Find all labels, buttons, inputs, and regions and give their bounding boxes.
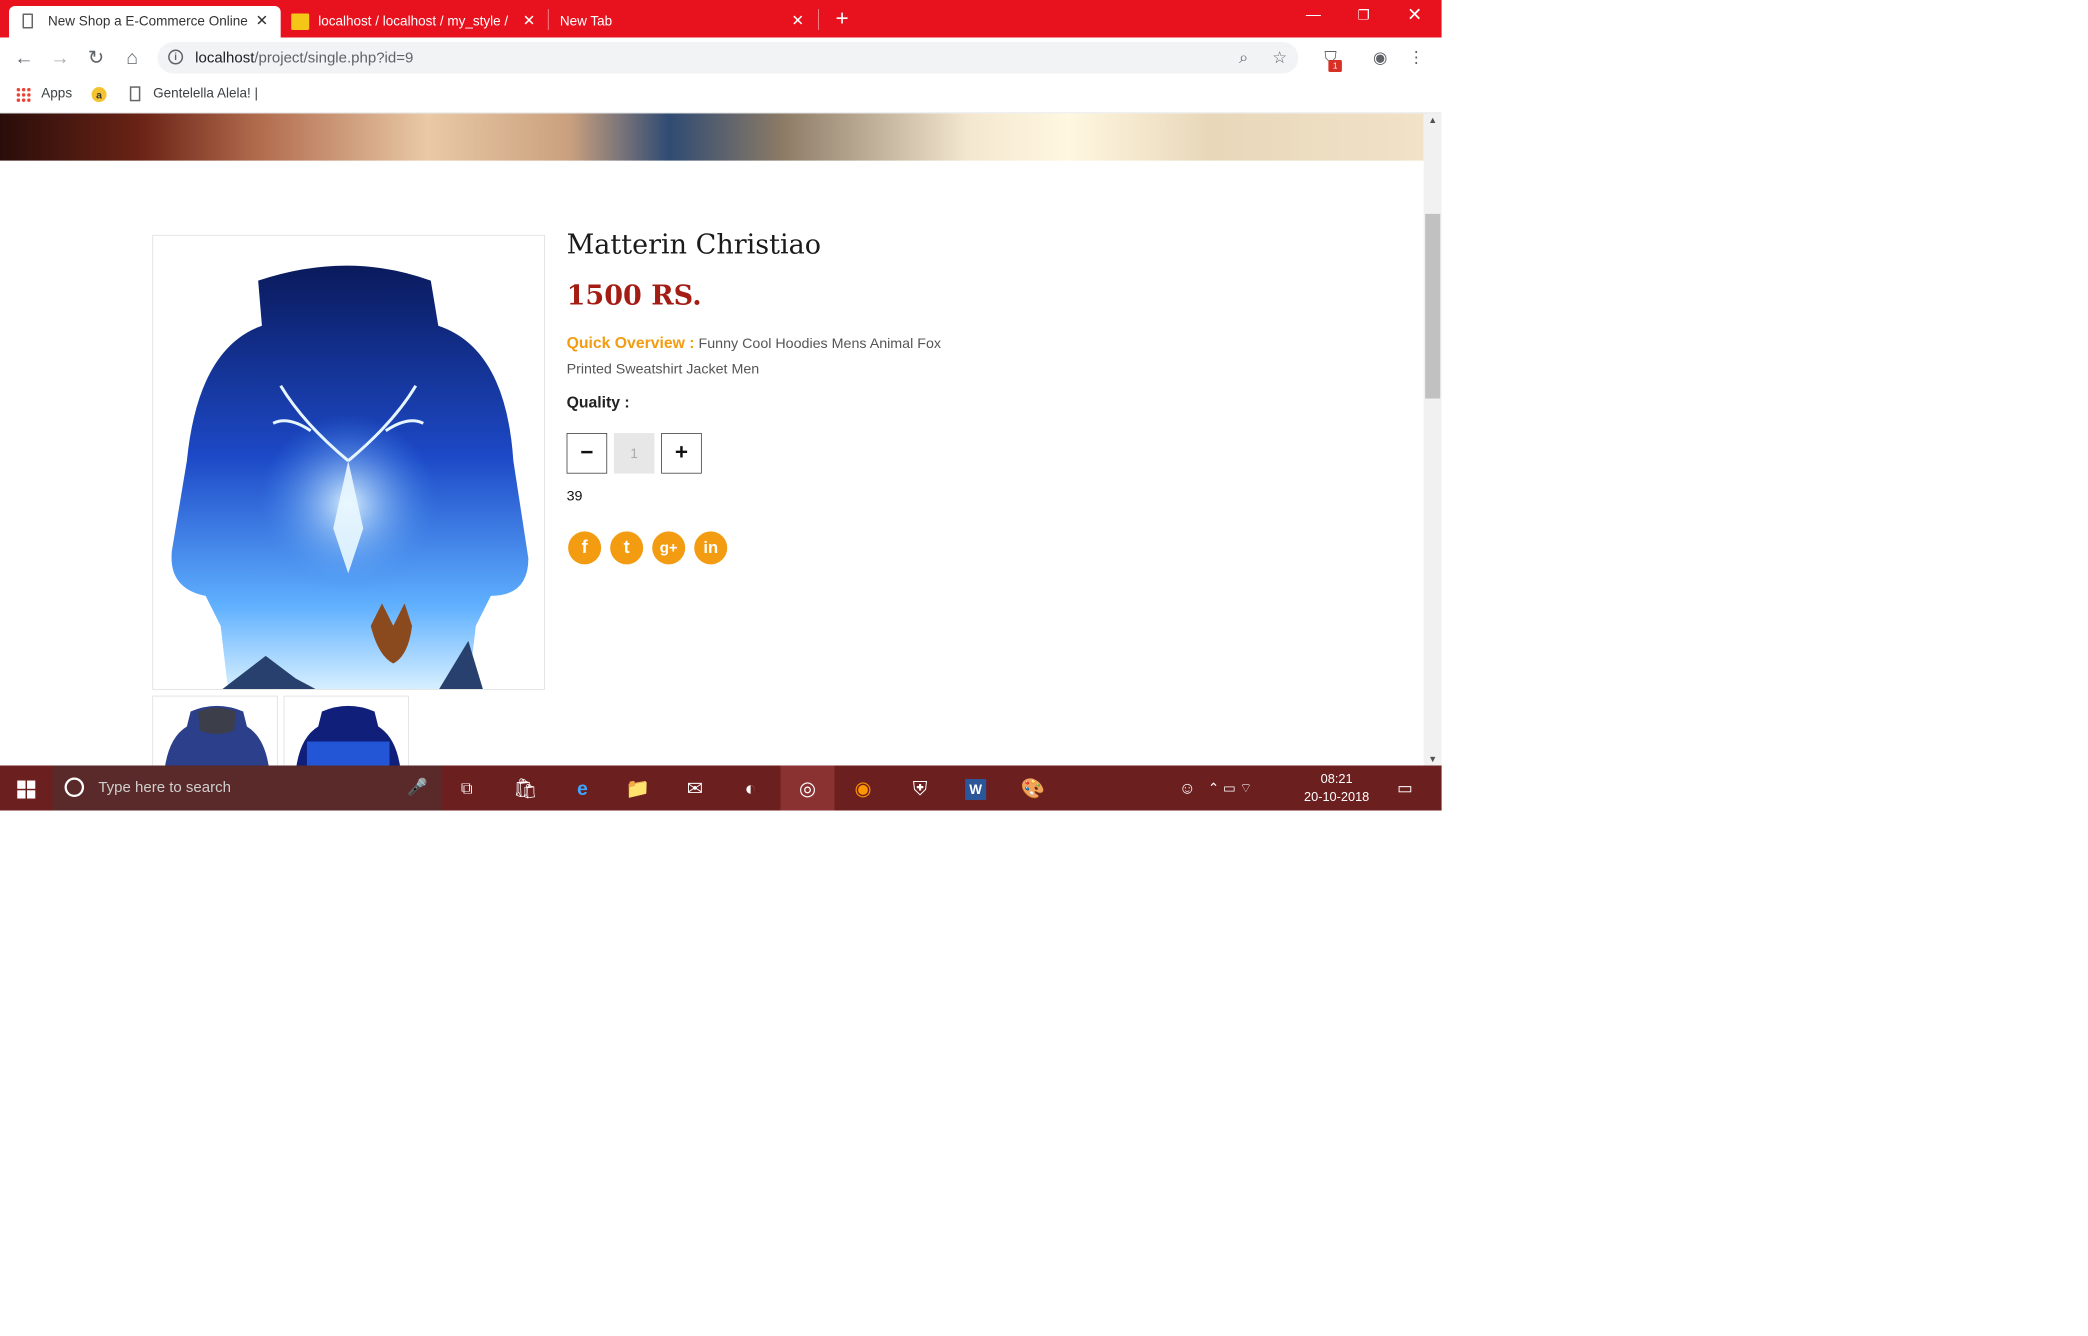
tab-strip: New Shop a E-Commerce Online ✕ localhost… xyxy=(0,0,1442,38)
windows-start-icon[interactable] xyxy=(4,766,49,811)
increase-quantity-button[interactable]: + xyxy=(661,433,702,474)
page-content: Matterin Christiao 1500 RS. Quick Overvi… xyxy=(0,113,1424,766)
edge-icon[interactable]: e xyxy=(560,766,605,811)
new-tab-button[interactable]: + xyxy=(832,7,853,30)
minimize-button[interactable]: — xyxy=(1287,0,1340,32)
product-price: 1500 RS. xyxy=(566,279,702,312)
close-tab-icon[interactable]: ✕ xyxy=(521,13,538,30)
quick-overview: Quick Overview : Funny Cool Hoodies Mens… xyxy=(567,331,987,383)
quantity-input[interactable]: 1 xyxy=(613,433,655,474)
page-scrollbar[interactable]: ▲ ▼ xyxy=(1423,113,1442,766)
close-window-button[interactable]: ✕ xyxy=(1388,0,1441,32)
bookmark-apps[interactable]: Apps xyxy=(41,86,72,102)
url-path: /project/single.php?id=9 xyxy=(254,49,414,67)
phpmyadmin-icon xyxy=(291,13,310,31)
close-tab-icon[interactable]: ✕ xyxy=(790,13,807,30)
windows-taskbar: Type here to search 🎤 ⧉ 🛍 e 📁 ✉ ◐ ◎ ◉ ⛨ … xyxy=(0,765,1442,811)
quality-label: Quality : xyxy=(566,394,630,412)
file-explorer-icon[interactable]: 📁 xyxy=(615,766,660,811)
task-view-icon[interactable]: ⧉ xyxy=(444,766,489,811)
quick-overview-label: Quick Overview : xyxy=(566,334,695,352)
product-thumbnail[interactable] xyxy=(283,695,410,766)
security-icon[interactable]: ⛨ xyxy=(898,766,943,811)
home-button[interactable]: ⌂ xyxy=(120,45,144,69)
bookmark-star-icon[interactable]: ☆ xyxy=(1268,47,1291,70)
url-text: localhost/project/single.php?id=9 xyxy=(195,50,413,67)
notifications-icon[interactable]: ▭ xyxy=(1382,766,1427,811)
taskbar-search-placeholder: Type here to search xyxy=(98,779,231,796)
linkedin-icon[interactable]: in xyxy=(694,531,728,565)
bookmark-gentelella[interactable]: Gentelella Alela! | xyxy=(153,86,258,102)
profile-icon[interactable]: ◉ xyxy=(1369,47,1392,70)
address-bar[interactable]: i localhost/project/single.php?id=9 ⌕ ☆ xyxy=(157,42,1299,74)
scrollbar-thumb[interactable] xyxy=(1425,213,1441,399)
microphone-icon[interactable]: 🎤 xyxy=(407,778,428,798)
page-icon xyxy=(22,13,34,29)
paint-icon[interactable]: 🎨 xyxy=(1010,766,1055,811)
facebook-icon[interactable]: f xyxy=(568,531,602,565)
tab-title: New Tab xyxy=(559,13,613,29)
clock-date: 20-10-2018 xyxy=(1304,789,1370,804)
zoom-icon[interactable]: ⌕ xyxy=(1232,47,1255,70)
hoodie-thumbnail-image xyxy=(296,705,400,766)
word-icon[interactable]: W xyxy=(953,766,998,811)
back-button[interactable]: ← xyxy=(12,45,36,69)
hoodie-image xyxy=(171,265,529,689)
tab-new[interactable]: New Tab ✕ xyxy=(549,6,816,38)
url-host: localhost xyxy=(195,49,255,67)
tab-title: localhost / localhost / my_style / xyxy=(318,13,509,29)
tray-icons[interactable]: ⌃ ▭ ⌔ xyxy=(1204,766,1257,811)
header-banner-image xyxy=(0,113,1424,161)
hoodie-thumbnail-image xyxy=(165,705,269,766)
chrome-icon[interactable]: ◎ xyxy=(780,765,835,811)
twitter-icon[interactable]: t xyxy=(610,531,644,565)
store-icon[interactable]: 🛍 xyxy=(503,766,548,811)
page-icon xyxy=(129,86,141,102)
scroll-down-arrow-icon[interactable]: ▼ xyxy=(1424,752,1442,766)
product-thumbnail[interactable] xyxy=(152,695,278,766)
info-icon[interactable]: i xyxy=(168,49,184,65)
tab-shop[interactable]: New Shop a E-Commerce Online ✕ xyxy=(9,6,281,38)
bookmark-site-icon[interactable]: a xyxy=(91,87,107,103)
firefox-icon[interactable]: ◉ xyxy=(841,766,886,811)
media-app-icon[interactable]: ◐ xyxy=(728,766,773,811)
close-tab-icon[interactable]: ✕ xyxy=(254,13,271,30)
apps-grid-icon[interactable] xyxy=(15,87,31,103)
tab-separator xyxy=(818,9,819,31)
google-plus-icon[interactable]: g+ xyxy=(652,531,686,565)
reload-button[interactable]: ↻ xyxy=(84,45,108,69)
decrease-quantity-button[interactable]: − xyxy=(566,433,608,474)
extension-badge: 1 xyxy=(1328,60,1342,73)
cortana-icon xyxy=(64,777,85,798)
screen: New Shop a E-Commerce Online ✕ localhost… xyxy=(0,0,1442,811)
product-main-image[interactable] xyxy=(152,234,545,690)
clock-time: 08:21 xyxy=(1320,771,1353,786)
tab-phpmyadmin[interactable]: localhost / localhost / my_style / ✕ xyxy=(281,6,548,38)
bookmarks-bar: Apps a Gentelella Alela! | xyxy=(0,78,1442,114)
menu-icon[interactable]: ⋮ xyxy=(1405,47,1428,70)
tab-title: New Shop a E-Commerce Online xyxy=(48,13,248,29)
mail-icon[interactable]: ✉ xyxy=(672,766,717,811)
taskbar-search[interactable]: Type here to search 🎤 xyxy=(52,765,442,811)
restore-button[interactable]: ❐ xyxy=(1337,0,1390,32)
taskbar-clock[interactable]: 08:21 20-10-2018 xyxy=(1295,770,1378,806)
product-title: Matterin Christiao xyxy=(566,229,822,261)
scroll-up-arrow-icon[interactable]: ▲ xyxy=(1424,113,1442,127)
browser-toolbar: ← → ↻ ⌂ i localhost/project/single.php?i… xyxy=(0,37,1442,79)
stock-count: 39 xyxy=(566,488,583,505)
forward-button[interactable]: → xyxy=(48,45,72,69)
